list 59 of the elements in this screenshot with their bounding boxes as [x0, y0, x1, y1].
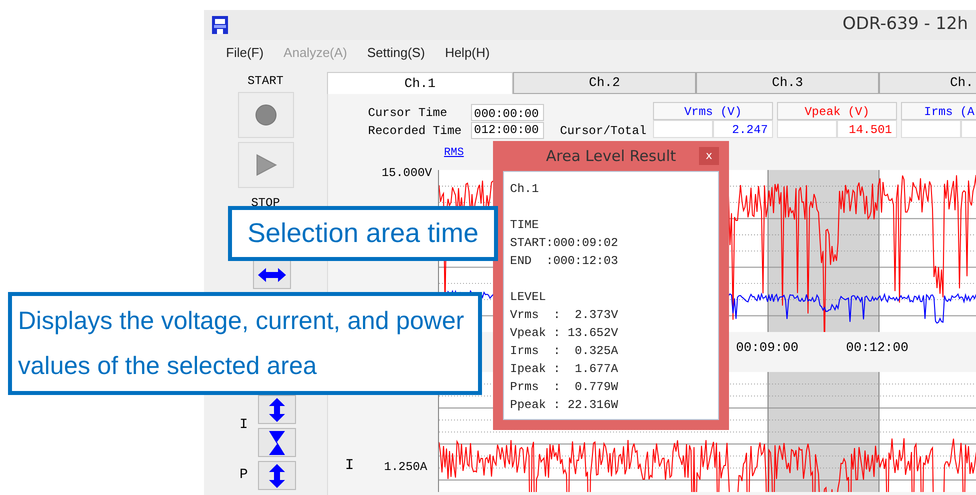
channel-tab[interactable]: Ch.2 — [513, 72, 696, 94]
power-label: P — [240, 467, 248, 483]
menu-item[interactable]: Setting(S) — [367, 43, 425, 63]
dialog-title: Area Level Result — [546, 146, 676, 167]
menu-item[interactable]: File(F) — [226, 43, 264, 63]
start-label: START — [247, 73, 284, 90]
compress-icon — [268, 430, 284, 454]
time-axis-label: 00:09:00 — [736, 338, 798, 356]
reading-cell — [901, 120, 961, 138]
menu-item[interactable]: Help(H) — [444, 43, 490, 63]
play-button[interactable] — [238, 142, 294, 188]
compress-button[interactable] — [258, 428, 296, 457]
cursor-time-label: Cursor Time — [368, 104, 448, 122]
window-title: ODR-639 - 12h — [842, 13, 968, 36]
reading-header: Vrms (V) — [653, 102, 773, 120]
reading-value: 2.247 — [713, 120, 773, 138]
cursor-total-label: Cursor/Total — [560, 122, 646, 140]
circle-icon — [254, 104, 276, 126]
expand-button[interactable] — [258, 395, 296, 424]
horizontal-arrow-icon — [258, 268, 286, 282]
result-line: Ppeak : 22.316W — [510, 397, 620, 414]
channel-tab[interactable]: Ch.3 — [696, 72, 879, 94]
callout-text: Selection area time — [247, 217, 479, 250]
recorded-time-label: Recorded Time — [368, 122, 463, 140]
expand-button[interactable] — [258, 461, 296, 490]
reading-header: Irms (A — [901, 102, 976, 120]
current-scale-label: 1.250A — [384, 459, 428, 476]
result-line: Ch.1 — [510, 181, 540, 198]
channel-tab[interactable]: Ch.1 — [327, 72, 513, 94]
result-line: Prms : 0.779W — [510, 379, 620, 396]
reading-cell — [777, 120, 837, 138]
result-line: LEVEL — [510, 289, 548, 306]
result-line: Irms : 0.325A — [510, 343, 620, 360]
reading-value: 14.501 — [837, 120, 897, 138]
result-line: Vpeak : 13.652V — [510, 325, 620, 342]
callout-text: Displays the voltage, current, and power values of the selected area — [18, 306, 466, 382]
result-line: Ipeak : 1.677A — [510, 361, 620, 378]
channel-tab[interactable]: Ch. — [879, 72, 976, 94]
result-line: START:000:09:02 — [510, 235, 620, 252]
play-icon — [254, 154, 276, 176]
stop-label: STOP — [251, 195, 280, 212]
cursor-time-field: 000:00:00 — [471, 104, 544, 121]
reading-cell — [653, 120, 713, 138]
current-axis-symbol: I — [345, 456, 354, 476]
result-line: Vrms : 2.373V — [510, 307, 620, 324]
close-button[interactable]: x — [699, 147, 719, 165]
rms-link[interactable]: RMS — [444, 147, 464, 159]
horizontal-zoom-button[interactable] — [252, 260, 290, 289]
vertical-arrow-icon — [268, 464, 284, 488]
vertical-arrow-icon — [268, 398, 284, 422]
result-line: END :000:12:03 — [510, 253, 620, 270]
time-axis-label: 00:12:00 — [846, 338, 908, 356]
voltage-scale-label: 15.000V — [380, 164, 433, 182]
record-button[interactable] — [238, 92, 294, 138]
recorded-time-field: 012:00:00 — [471, 122, 544, 139]
current-label: I — [240, 416, 248, 435]
reading-header: Vpeak (V) — [777, 102, 897, 120]
app-icon — [212, 16, 228, 34]
result-line: TIME — [510, 217, 540, 234]
